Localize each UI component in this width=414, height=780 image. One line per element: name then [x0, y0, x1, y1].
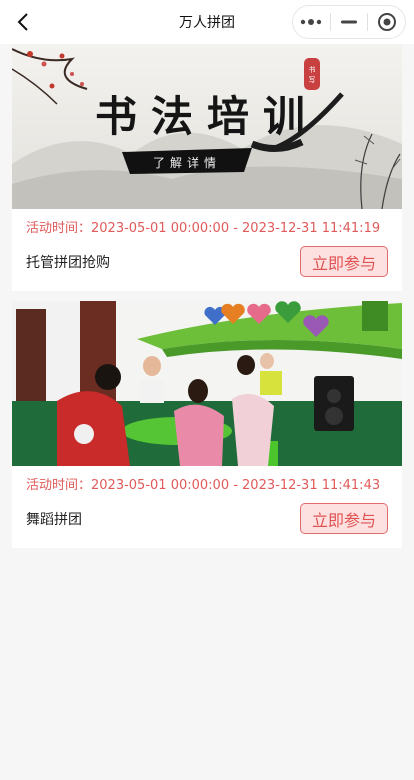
join-button[interactable]: 立即参与	[300, 246, 388, 277]
activity-row: 托管拼团抢购 立即参与	[26, 246, 388, 277]
banner-subtitle: 了解详情	[153, 155, 221, 170]
activity-info: 活动时间：2023-05-01 00:00:00 - 2023-12-31 11…	[12, 209, 402, 291]
activity-name: 舞蹈拼团	[26, 511, 82, 528]
activity-time: 活动时间：2023-05-01 00:00:00 - 2023-12-31 11…	[26, 478, 388, 494]
banner-title: 书法培训	[95, 92, 319, 141]
target-circle-icon	[377, 13, 396, 31]
activity-row: 舞蹈拼团 立即参与	[26, 503, 388, 534]
more-button[interactable]	[293, 6, 330, 38]
more-dots-icon	[301, 19, 322, 25]
minimize-icon	[341, 20, 357, 24]
activity-info: 活动时间：2023-05-01 00:00:00 - 2023-12-31 11…	[12, 466, 402, 548]
svg-text:写: 写	[309, 76, 316, 84]
classroom-photo-image[interactable]	[12, 301, 402, 466]
nav-bar: 万人拼团	[0, 0, 414, 44]
activity-list: 书 写 书法培训 了解详情 活动时间：2023-05-01 00:00:00 -…	[12, 44, 402, 558]
svg-text:书: 书	[309, 65, 316, 74]
time-label: 活动时间：	[26, 478, 92, 493]
activity-card[interactable]: 活动时间：2023-05-01 00:00:00 - 2023-12-31 11…	[12, 301, 402, 548]
calligraphy-banner-image[interactable]: 书 写 书法培训 了解详情	[12, 44, 402, 209]
join-button[interactable]: 立即参与	[300, 503, 388, 534]
minimize-button[interactable]	[331, 6, 368, 38]
activity-card[interactable]: 书 写 书法培训 了解详情 活动时间：2023-05-01 00:00:00 -…	[12, 44, 402, 291]
close-button[interactable]	[368, 6, 405, 38]
activity-time: 活动时间：2023-05-01 00:00:00 - 2023-12-31 11…	[26, 221, 388, 237]
time-label: 活动时间：	[26, 221, 92, 236]
mini-program-capsule	[292, 5, 406, 39]
activity-name: 托管拼团抢购	[26, 254, 110, 271]
time-value: 2023-05-01 00:00:00 - 2023-12-31 11:41:1…	[91, 221, 381, 236]
time-value: 2023-05-01 00:00:00 - 2023-12-31 11:41:4…	[91, 478, 381, 493]
